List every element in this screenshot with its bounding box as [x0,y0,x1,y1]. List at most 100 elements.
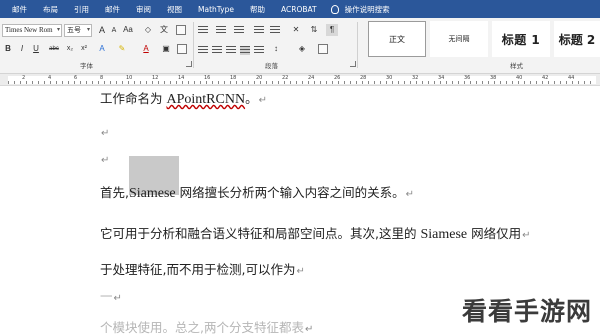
ruler-number: 30 [386,75,393,81]
text-effects-icon[interactable]: A [96,43,108,55]
chevron-down-icon: ▾ [86,27,90,33]
horizontal-ruler[interactable]: 2 4 6 8 10 12 14 16 18 20 22 24 26 28 30 32 34 36 38 40 42 44 [0,74,600,86]
align-left-icon[interactable] [198,46,208,55]
bold-button[interactable]: B [2,43,14,55]
ribbon-divider [193,22,194,68]
paragraph-3-line-4[interactable]: 个模块使用。总之,两个分支特征都表↵ [100,317,313,334]
enclose-character-icon[interactable] [177,44,187,54]
grow-font-icon[interactable]: A [96,24,108,36]
paragraph-1-text: 工作命名为 [100,91,167,106]
align-center-icon[interactable] [212,46,222,55]
font-name-box[interactable]: Times New Rom ▾ [2,24,62,37]
watermark-logo: 看看手游网 [461,297,592,326]
font-dialog-launcher-icon[interactable] [186,61,192,67]
ruler-number: 8 [100,75,104,81]
ruler-number: 16 [204,75,211,81]
paragraph-mark-icon: ↵ [101,128,110,139]
menu-item-mailings[interactable]: 邮件 [97,4,128,15]
style-normal-label: 正文 [389,34,405,44]
paragraph-mark-icon: ↵ [405,189,415,200]
font-color-button[interactable]: A [140,43,152,55]
chevron-down-icon: ▾ [56,27,60,33]
bullets-icon[interactable] [198,26,208,35]
empty-paragraph[interactable]: ↵ [100,124,109,139]
menu-bar: 邮件 布局 引用 邮件 审阅 视图 MathType 帮助 ACROBAT 操作… [0,0,600,18]
empty-paragraph[interactable]: ↵ [100,151,109,166]
styles-gallery: 正文 无间隔 标题 1 标题 2 [360,21,600,58]
tell-me-search[interactable]: 操作说明搜索 [330,4,390,15]
ruler-number: 36 [464,75,471,81]
phonetic-guide-icon[interactable]: 文 [158,24,170,36]
highlight-color-icon[interactable]: ✎ [116,43,128,55]
menu-item-layout[interactable]: 布局 [35,4,66,15]
ruler-number: 10 [126,75,133,81]
ruler-number: 38 [490,75,497,81]
justify-icon[interactable] [240,46,250,55]
font-size-box[interactable]: 五号 ▾ [64,24,92,37]
ruler-number: 4 [48,75,52,81]
paragraph-3-line-2[interactable]: 于处理特征,而不用于检测,可以作为↵ [100,259,305,278]
italic-button[interactable]: I [16,43,28,55]
change-case-icon[interactable]: Aa [122,24,134,36]
menu-item-mail-1[interactable]: 邮件 [4,4,35,15]
menu-item-help[interactable]: 帮助 [242,4,273,15]
show-marks-icon[interactable]: ¶ [326,24,338,36]
ruler-number: 26 [334,75,341,81]
align-right-icon[interactable] [226,46,236,55]
ruler-track [8,76,596,84]
ruler-number: 44 [568,75,575,81]
shrink-font-icon[interactable]: A [108,25,120,37]
document-page[interactable]: 工作命名为 APointRCNN。↵ ↵ ↵ 首先,Siamese 网络擅长分析… [0,86,600,334]
style-heading-2[interactable]: 标题 2 [554,21,600,57]
shading-paragraph-icon[interactable]: ◈ [296,43,308,55]
menu-item-mathtype[interactable]: MathType [190,5,242,14]
numbering-icon[interactable] [216,26,226,35]
paragraph-mark-icon: ↵ [258,95,267,106]
menu-item-review[interactable]: 审阅 [128,4,159,15]
ruler-number: 20 [256,75,263,81]
paragraph-1[interactable]: 工作命名为 APointRCNN。↵ [100,88,267,108]
paragraph-3-line-4-text: 个模块使用。总之,两个分支特征都表 [100,320,304,334]
paragraph-3-line-3[interactable]: 一↵ [100,286,122,305]
ruler-number: 42 [542,75,549,81]
line-spacing-icon[interactable]: ↕ [270,43,282,55]
sort-icon[interactable]: ⇅ [308,24,320,36]
paragraph-dialog-launcher-icon[interactable] [350,61,356,67]
distributed-icon[interactable] [254,46,264,55]
increase-indent-icon[interactable] [270,26,280,35]
paragraph-3-tail: 网络仅用 [467,226,522,241]
paragraph-3-text: 它可用于分析和融合语义特征和局部空间点。其次,这里的 [100,226,421,241]
menu-item-references[interactable]: 引用 [66,4,97,15]
superscript-button[interactable]: x² [78,43,90,55]
paragraph-3-line-2-text: 于处理特征,而不用于检测,可以作为 [100,262,296,277]
paragraph-mark-icon: ↵ [113,293,122,304]
clear-format-icon[interactable]: ◇ [142,24,154,36]
font-size-value: 五号 [67,26,81,34]
style-no-spacing[interactable]: 无间隔 [430,21,488,57]
paragraph-2[interactable]: 首先,Siamese 网络擅长分析两个输入内容之间的关系。↵ [100,182,414,202]
ribbon: Times New Rom ▾ 五号 ▾ A A Aa ◇ 文 B I U ab… [0,18,600,74]
siamese-word: Siamese [420,227,468,242]
project-name: APointRCNN [166,92,246,107]
ribbon-divider [357,22,358,68]
menu-item-acrobat[interactable]: ACROBAT [273,5,325,14]
group-label-paragraph: 段落 [265,62,278,70]
ruler-number: 22 [282,75,289,81]
multilevel-list-icon[interactable] [234,26,244,35]
ruler-number: 24 [308,75,315,81]
style-normal[interactable]: 正文 [368,21,426,57]
font-name-value: Times New Rom [5,26,53,34]
strikethrough-button[interactable]: abc [47,43,61,55]
style-heading-1[interactable]: 标题 1 [492,21,550,57]
shading-icon[interactable]: ▣ [160,43,172,55]
paragraph-3-line-1[interactable]: 它可用于分析和融合语义特征和局部空间点。其次,这里的 Siamese 网络仅用↵ [100,223,530,243]
paragraph-1-end: 。 [245,91,258,106]
character-border-icon[interactable] [176,25,186,35]
borders-icon[interactable] [318,44,328,54]
menu-item-view[interactable]: 视图 [159,4,190,15]
underline-button[interactable]: U [30,43,42,55]
subscript-button[interactable]: x₂ [64,43,76,55]
decrease-indent-icon[interactable] [254,26,264,35]
ruler-number: 12 [152,75,159,81]
chinese-layout-icon[interactable]: ✕ [290,24,302,36]
